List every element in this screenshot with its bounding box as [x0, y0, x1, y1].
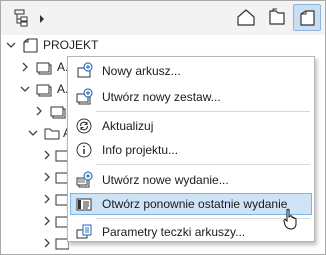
info-icon [76, 142, 92, 158]
tree-root-row[interactable]: PROJEKT [5, 35, 325, 56]
chevron-right-icon[interactable] [41, 167, 53, 188]
menu-item-new-issue[interactable]: Utwórz nowe wydanie... [70, 169, 312, 191]
tree-row[interactable] [41, 167, 69, 188]
tree-row[interactable]: A [27, 123, 71, 144]
sheet-book-icon [23, 38, 38, 53]
context-menu: Nowy arkusz... Utwórz nowy zestaw... Akt… [67, 56, 315, 242]
tree-row[interactable] [41, 233, 69, 254]
folder-icon [44, 128, 60, 140]
menu-item-refresh[interactable]: Aktualizuj [70, 115, 312, 137]
chevron-down-icon[interactable] [5, 35, 17, 56]
reopen-issue-icon [76, 198, 92, 211]
new-sheet-icon [77, 62, 93, 78]
tree-root-label: PROJEKT [43, 38, 99, 52]
tree-row[interactable] [41, 211, 69, 232]
tree-row[interactable] [41, 189, 69, 210]
menu-item-label: Info projektu... [102, 143, 179, 157]
tree-row[interactable]: A.C [19, 79, 77, 100]
menu-separator [96, 164, 310, 165]
refresh-icon [76, 118, 92, 134]
hand-cursor-icon [283, 208, 297, 230]
menu-separator [96, 218, 310, 219]
menu-item-new-set[interactable]: Utwórz nowy zestaw... [70, 86, 312, 108]
view-options-dropdown[interactable] [6, 4, 46, 31]
navigator-toolbar [1, 1, 325, 35]
chevron-down-icon[interactable] [27, 123, 39, 144]
chevron-right-icon [40, 15, 44, 23]
tree-row[interactable]: A.C [19, 57, 77, 78]
chevron-right-icon[interactable] [41, 145, 53, 166]
tree-view-options-icon [14, 9, 28, 27]
sheet-book-button[interactable] [293, 4, 321, 31]
new-issue-icon [76, 171, 93, 188]
menu-item-new-sheet[interactable]: Nowy arkusz... [70, 60, 312, 82]
tree-row[interactable] [41, 145, 69, 166]
chevron-right-icon[interactable] [41, 189, 53, 210]
menu-item-label: Utwórz nowe wydanie... [102, 173, 229, 187]
chevron-right-icon[interactable] [41, 211, 53, 232]
chevron-right-icon[interactable] [19, 57, 31, 78]
house-icon [237, 9, 255, 26]
subset-icon [50, 106, 66, 119]
sheet-book-icon [300, 10, 315, 26]
chevron-right-icon[interactable] [41, 233, 53, 254]
menu-item-label: Utwórz nowy zestaw... [102, 90, 221, 104]
menu-item-label: Parametry teczki arkuszy... [102, 225, 246, 239]
new-set-icon [76, 88, 93, 105]
menu-item-reopen-last-issue[interactable]: Otwórz ponownie ostatnie wydanie [70, 193, 312, 215]
chevron-right-icon[interactable] [33, 101, 45, 122]
menu-item-label: Nowy arkusz... [102, 64, 181, 78]
menu-item-book-settings[interactable]: Parametry teczki arkuszy... [70, 221, 312, 243]
book-settings-icon [76, 224, 92, 239]
menu-separator [96, 111, 310, 112]
layout-book-button[interactable] [264, 4, 290, 31]
menu-item-label: Otwórz ponownie ostatnie wydanie [102, 197, 288, 211]
menu-item-project-info[interactable]: Info projektu... [70, 139, 312, 161]
chevron-down-icon[interactable] [19, 79, 31, 100]
subset-icon [36, 62, 52, 75]
project-map-button[interactable] [233, 4, 259, 31]
layouts-icon [269, 8, 285, 25]
menu-item-label: Aktualizuj [102, 119, 154, 133]
tree-row[interactable]: A [33, 101, 77, 122]
subset-icon [36, 84, 52, 97]
